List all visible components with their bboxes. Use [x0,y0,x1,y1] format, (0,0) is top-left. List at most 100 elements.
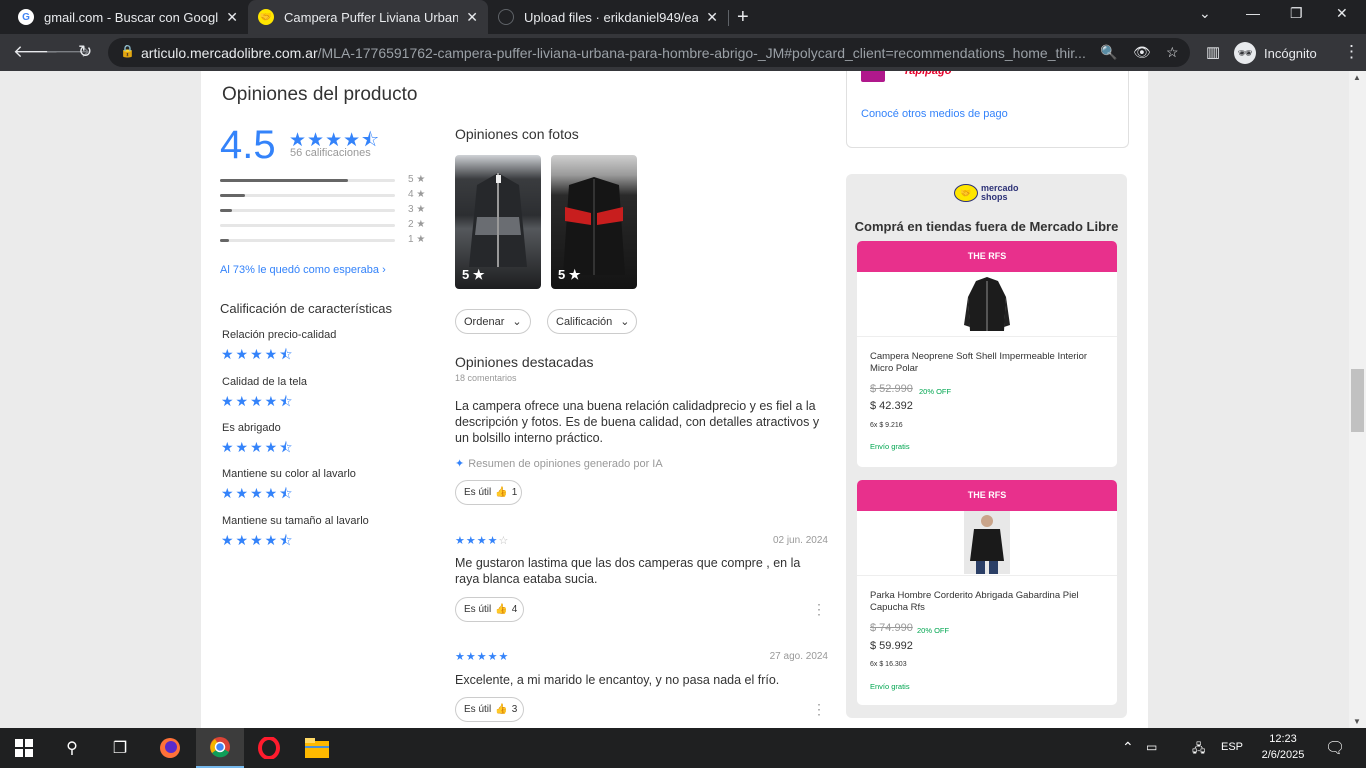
reload-icon[interactable]: ↻ [78,42,92,62]
mercado-shops-panel: 🤝 mercado shops Comprá en tiendas fuera d… [846,174,1127,718]
store-name: THE RFS [857,241,1117,272]
installments: 6x $ 16.303 [870,661,907,668]
useful-button[interactable]: Es útil 👍 4 [455,597,524,622]
parka-image [964,511,1010,574]
close-tab-icon[interactable]: ✕ [466,9,478,26]
sort-label: Ordenar [464,315,505,328]
scroll-down-icon[interactable]: ▼ [1353,717,1361,726]
page-viewport: Opiniones del producto 4.5 ★★★★⯪ 56 cali… [0,71,1366,728]
task-view-icon[interactable]: ❐ [107,736,133,760]
url-text[interactable]: articulo.mercadolibre.com.ar/MLA-1776591… [141,45,1099,61]
menu-kebab-icon[interactable]: ⋮ [1343,42,1360,62]
tab-title: Campera Puffer Liviana Urbana P [284,9,459,25]
zoom-search-icon[interactable]: 🔍 [1100,44,1117,61]
histogram-label: 2 ★ [408,219,426,230]
characteristic-stars-icon: ★★★★⯪ [221,485,295,501]
characteristic-label: Relación precio-calidad [222,329,337,341]
old-price: $ 52.990 [870,383,913,395]
maximize-button[interactable]: ❐ [1290,5,1303,22]
histogram-track [220,194,395,197]
firefox-icon[interactable] [157,736,183,760]
incognito-indicator[interactable]: 🕶 Incógnito [1234,41,1317,65]
histogram-fill [220,239,229,242]
clock-time[interactable]: 12:23 [1258,733,1308,745]
histogram-row: 3 ★ [220,204,428,216]
useful-label: Es útil [464,487,492,498]
mercadolibre-icon: 🤝 [258,9,274,25]
battery-icon[interactable]: ▭ [1146,740,1157,754]
review-stars-icon: ★★★★☆ [455,535,510,547]
useful-count: 1 [511,487,518,498]
characteristic-stars-icon: ★★★★⯪ [221,393,295,409]
tab-strip: G gmail.com - Buscar con Google ✕ 🤝 Camp… [0,0,1366,34]
tab-github-upload[interactable]: Upload files · erikdaniel949/easy ✕ [488,0,728,34]
network-icon[interactable]: 🖧 [1192,739,1205,760]
tab-google-search[interactable]: G gmail.com - Buscar con Google ✕ [8,0,248,34]
close-window-button[interactable]: ✕ [1336,5,1348,22]
photos-title: Opiniones con fotos [455,126,579,142]
review-photo[interactable]: 5 ★ [551,155,637,289]
lock-icon[interactable]: 🔒 [120,44,135,58]
product-name[interactable]: Parka Hombre Corderito Abrigada Gabardin… [870,590,1100,614]
scrollbar-thumb[interactable] [1351,369,1364,432]
eye-off-icon[interactable]: 👁 [1133,44,1151,61]
sort-dropdown[interactable]: Ordenar ⌄ [455,309,531,334]
tab-search-icon[interactable]: ⌄ [1199,5,1211,22]
ai-summary-text: La campera ofrece una buena relación cal… [455,399,820,445]
review-date: 02 jun. 2024 [772,535,828,546]
characteristics-title: Calificación de características [220,301,392,316]
review-menu-icon[interactable]: ⋮ [812,702,826,716]
github-icon [498,9,514,25]
minimize-button[interactable]: — [1246,5,1260,21]
free-shipping: Envío gratis [870,682,910,691]
rating-filter-dropdown[interactable]: Calificación ⌄ [547,309,637,334]
side-panel-icon[interactable]: ▥ [1206,43,1220,63]
payment-methods-link[interactable]: Conocé otros medios de pago [861,108,1008,120]
histogram-track [220,239,395,242]
file-explorer-icon[interactable] [304,736,330,760]
page-scrollbar[interactable]: ▲ ▼ [1349,71,1366,728]
characteristic-stars-icon: ★★★★⯪ [221,346,295,362]
review-menu-icon[interactable]: ⋮ [812,602,826,616]
old-price: $ 74.990 [870,622,913,634]
close-tab-icon[interactable]: ✕ [706,9,718,26]
bookmark-star-icon[interactable]: ☆ [1166,44,1179,61]
histogram-fill [220,194,245,197]
tray-chevron-up-icon[interactable]: ⌃ [1122,739,1134,756]
close-tab-icon[interactable]: ✕ [226,9,238,26]
scroll-up-icon[interactable]: ▲ [1353,73,1361,82]
chevron-right-icon: › [382,264,386,276]
useful-button[interactable]: Es útil 👍 1 [455,480,522,505]
shop-product-card[interactable]: THE RFS Parka Hombre Corderito Abrigada … [857,480,1117,705]
notifications-icon[interactable]: 🗨 [1325,738,1345,758]
logo-line: shops [981,192,1008,202]
windows-start-icon[interactable] [12,736,36,760]
google-icon: G [18,9,34,25]
discount-badge: 20% OFF [917,626,950,635]
useful-count: 3 [511,704,518,715]
useful-button[interactable]: Es útil 👍 3 [455,697,524,722]
characteristic-stars-icon: ★★★★⯪ [221,439,295,455]
shop-product-card[interactable]: THE RFS Campera Neoprene Soft Shell Impe… [857,241,1117,467]
new-tab-button[interactable]: + [737,6,749,28]
opera-icon[interactable] [256,736,282,760]
thumbs-up-icon: 👍 [495,487,508,498]
search-icon[interactable]: ⚲ [60,736,84,760]
shops-title: Comprá en tiendas fuera de Mercado Libre [854,219,1119,234]
characteristic-label: Es abrigado [222,422,281,434]
review-photo[interactable]: 5 ★ [455,155,541,289]
thumbs-up-icon: 👍 [495,704,508,715]
sparkle-icon: ✦ [455,458,465,470]
histogram-fill [220,209,233,212]
payment-methods-card: rapipago Conocé otros medios de pago [846,71,1129,148]
clock-date[interactable]: 2/6/2025 [1252,749,1314,761]
expectation-link[interactable]: Al 73% le quedó como esperaba › [220,264,386,276]
address-bar[interactable]: 🔒 articulo.mercadolibre.com.ar/MLA-17765… [108,38,1190,67]
language-indicator[interactable]: ESP [1221,741,1243,753]
histogram-label: 1 ★ [408,234,426,245]
histogram-label: 5 ★ [408,174,426,185]
product-name[interactable]: Campera Neoprene Soft Shell Impermeable … [870,351,1100,375]
tab-mercadolibre[interactable]: 🤝 Campera Puffer Liviana Urbana P ✕ [248,0,488,34]
photo-rating: 5 ★ [558,267,581,282]
chrome-icon[interactable] [196,728,244,768]
